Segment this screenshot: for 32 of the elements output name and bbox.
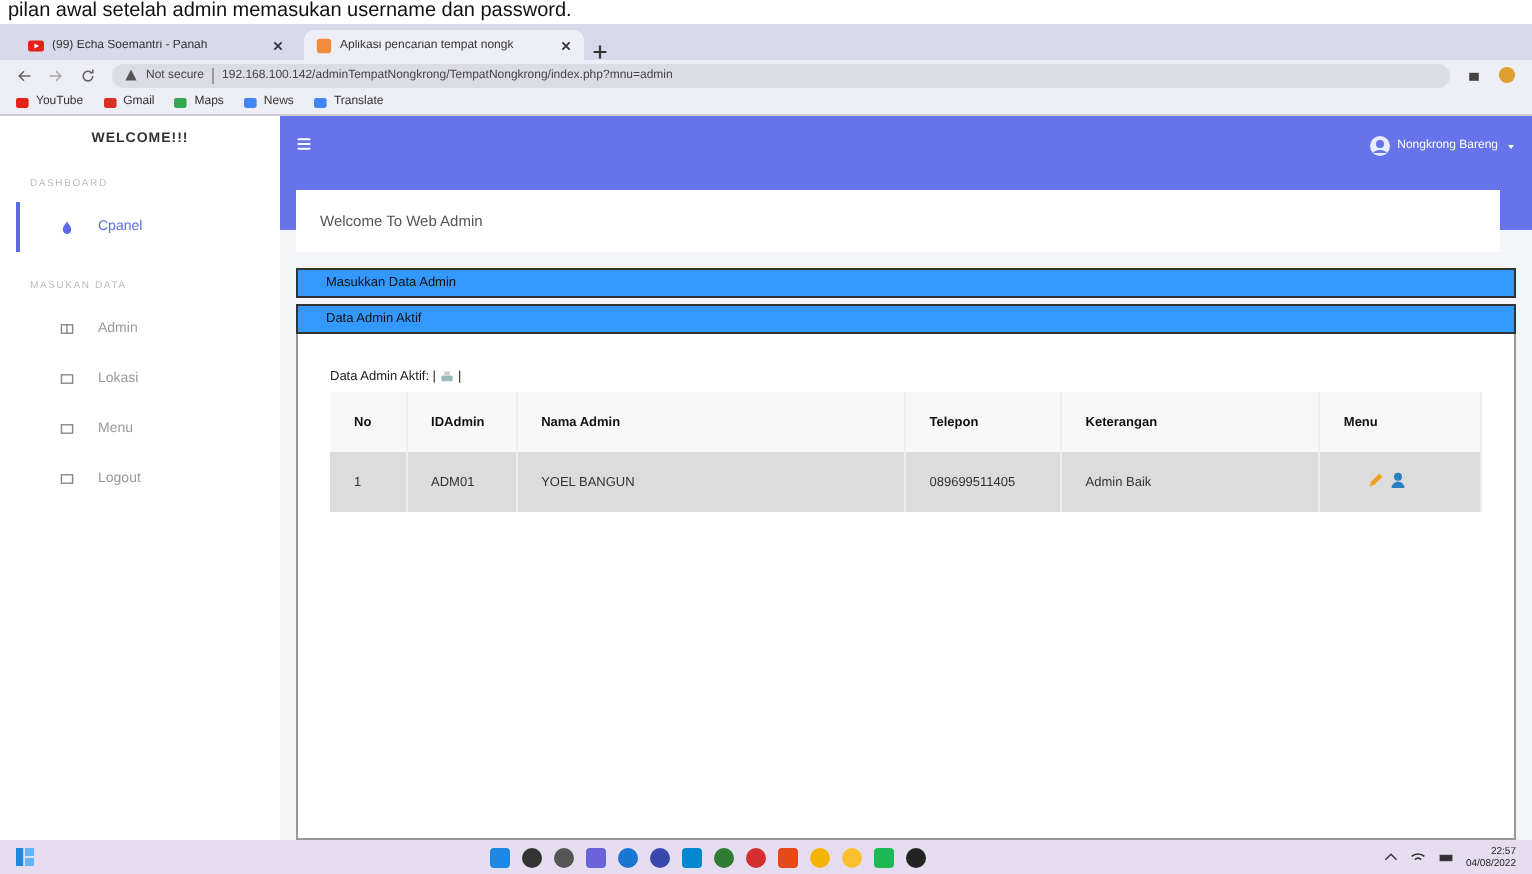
bookmark-icon xyxy=(243,95,258,109)
plus-icon xyxy=(592,44,608,60)
back-icon xyxy=(16,67,32,83)
printer-icon xyxy=(440,370,454,384)
wifi-icon xyxy=(1409,849,1426,865)
table-icon xyxy=(60,322,74,336)
bookmark-icon xyxy=(313,95,328,109)
app-icon xyxy=(316,37,332,53)
person-icon[interactable] xyxy=(1389,472,1406,488)
battery-icon xyxy=(1437,849,1454,865)
square-icon xyxy=(60,422,74,436)
reload-icon xyxy=(80,67,96,83)
app-icon[interactable] xyxy=(906,847,927,867)
close-icon xyxy=(272,39,284,51)
warning-icon xyxy=(124,68,138,82)
caret-icon xyxy=(1506,141,1516,151)
menu-icon xyxy=(296,136,312,152)
widgets-icon xyxy=(16,848,34,866)
avatar-icon xyxy=(1369,136,1390,156)
document-caption: pilan awal setelah admin memasukan username dan password. xyxy=(6,0,574,24)
drop-icon xyxy=(60,220,74,234)
forward-icon xyxy=(48,67,64,83)
app-icon[interactable] xyxy=(522,847,543,867)
bookmark-icon xyxy=(174,95,189,109)
app-icon[interactable] xyxy=(554,847,575,867)
bookmark-icon xyxy=(16,95,30,109)
play-icon xyxy=(28,37,44,53)
square-icon xyxy=(60,472,74,486)
app-icon[interactable] xyxy=(650,847,671,867)
bookmark-icon xyxy=(103,95,118,109)
close-icon xyxy=(560,39,572,51)
square-icon xyxy=(60,372,74,386)
